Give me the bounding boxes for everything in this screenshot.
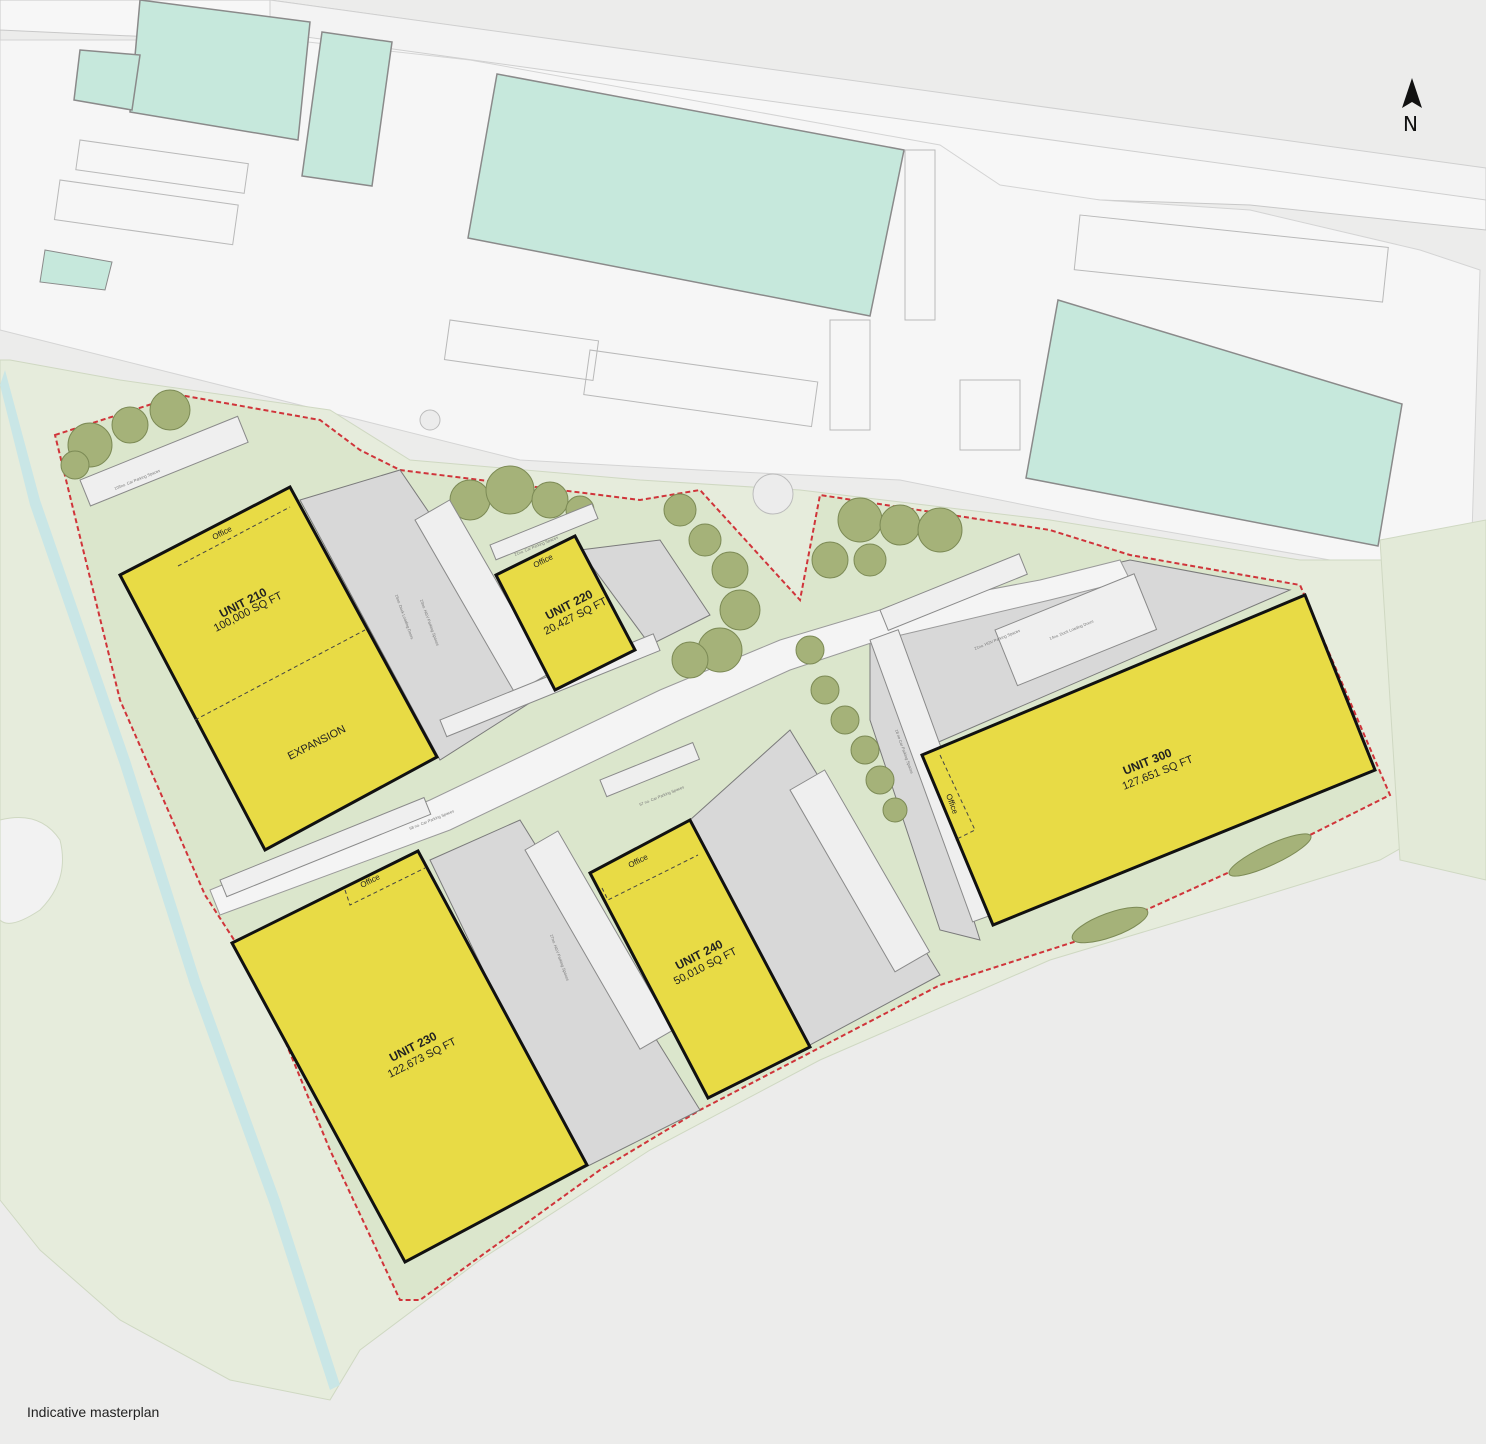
- north-label: N: [1403, 112, 1418, 136]
- existing-building-2: [73, 49, 141, 111]
- site-masterplan-map: Office UNIT 210 100,000 SQ FT EXPANSION …: [0, 0, 1486, 1444]
- map-caption: Indicative masterplan: [27, 1404, 160, 1420]
